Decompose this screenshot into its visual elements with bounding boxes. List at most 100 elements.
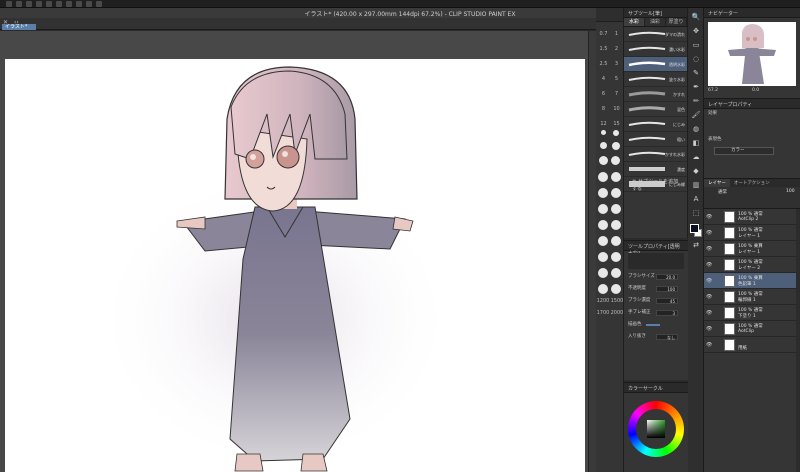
brush-size-row[interactable]: ブラシサイズ 20.0: [624, 271, 688, 283]
taper-value[interactable]: なし: [656, 334, 678, 340]
brush-size-dot[interactable]: [598, 284, 608, 294]
tab-auto-action[interactable]: オートアクション: [730, 179, 774, 187]
subtool-item[interactable]: ダマの潰れ: [624, 27, 687, 42]
add-subtool-button[interactable]: ⚙ サブツールを追加する: [628, 174, 687, 196]
brush-size-option[interactable]: 4: [597, 76, 610, 82]
subtool-item[interactable]: 濃い水彩: [624, 42, 687, 57]
brush-size-dot[interactable]: [611, 268, 621, 278]
brush-size-dot[interactable]: [612, 142, 620, 150]
eraser-icon[interactable]: ◧: [691, 138, 701, 148]
eye-icon[interactable]: 👁: [706, 214, 712, 220]
foreground-color-swatch[interactable]: [690, 224, 699, 233]
menu-icon[interactable]: [6, 0, 12, 7]
brush-size-dot[interactable]: [611, 252, 621, 262]
brush-size-option[interactable]: 8: [597, 106, 610, 112]
clear-icon[interactable]: [66, 0, 72, 7]
brush-size-option[interactable]: 2000: [610, 310, 624, 316]
tab-layer[interactable]: レイヤー: [704, 179, 730, 187]
undo-icon[interactable]: [46, 0, 52, 7]
canvas-paper[interactable]: [5, 59, 585, 472]
subtool-item[interactable]: にじみ: [624, 117, 687, 132]
zoom-value[interactable]: 67.2: [708, 88, 718, 93]
brush-size-dot[interactable]: [611, 284, 621, 294]
lasso-icon[interactable]: ◌: [691, 54, 701, 64]
brush-size-dot[interactable]: [611, 188, 621, 198]
brush-size-dot[interactable]: [601, 130, 606, 135]
eye-icon[interactable]: 👁: [706, 342, 712, 348]
stabilization-row[interactable]: 手ブレ補正 3: [624, 307, 688, 319]
figure-icon[interactable]: ⬚: [691, 208, 701, 218]
subtool-item[interactable]: 塗り水彩: [624, 72, 687, 87]
text-icon[interactable]: A: [691, 194, 701, 204]
brush-size-dot[interactable]: [611, 172, 621, 182]
subtool-tab[interactable]: 油彩: [645, 18, 666, 26]
blend-icon[interactable]: ☁: [691, 152, 701, 162]
pen-icon[interactable]: [86, 0, 92, 7]
eye-icon[interactable]: 👁: [706, 310, 712, 316]
layer-row[interactable]: 👁 100 % 通常 AotClip 2: [704, 209, 800, 225]
swap-colors-icon[interactable]: ⇄: [691, 240, 701, 250]
subtool-tab[interactable]: 水彩: [624, 18, 645, 26]
layer-row-paper[interactable]: 👁 用紙: [704, 337, 800, 353]
subtool-item[interactable]: かすれ: [624, 87, 687, 102]
subtool-item[interactable]: 混色: [624, 102, 687, 117]
subtool-item[interactable]: かすれ水彩: [624, 147, 687, 162]
layer-row[interactable]: 👁 100 % 通常 レイヤー 2: [704, 257, 800, 273]
taper-row[interactable]: 入り抜き なし: [624, 331, 688, 343]
ruler-icon[interactable]: [96, 0, 102, 7]
zoom-icon[interactable]: 🔍: [691, 12, 701, 22]
eye-icon[interactable]: 👁: [706, 246, 712, 252]
saturation-value-square[interactable]: [647, 420, 665, 438]
hue-ring[interactable]: [628, 401, 684, 457]
layer-scrollbar[interactable]: [796, 209, 800, 472]
brush-size-dot[interactable]: [598, 172, 608, 182]
open-file-icon[interactable]: [26, 0, 32, 7]
brush-size-option[interactable]: 1700: [596, 310, 610, 316]
select-icon[interactable]: ▭: [691, 40, 701, 50]
document-tab[interactable]: イラスト*: [2, 24, 36, 30]
brush-size-dot[interactable]: [598, 268, 608, 278]
brush-size-dot[interactable]: [598, 252, 608, 262]
layer-row[interactable]: 👁 100 % 乗算 レイヤー 1: [704, 241, 800, 257]
canvas-scrollbar[interactable]: [588, 31, 596, 472]
brush-size-dot[interactable]: [611, 220, 621, 230]
brush-size-option[interactable]: 10: [610, 106, 623, 112]
subtool-item-selected[interactable]: 透明水彩: [624, 57, 687, 72]
save-icon[interactable]: [36, 0, 42, 7]
pen-tool-icon[interactable]: ✒: [691, 82, 701, 92]
brush-size-option[interactable]: 1200: [596, 298, 610, 304]
eyedropper-icon[interactable]: ✎: [691, 68, 701, 78]
brush-size-dot[interactable]: [598, 220, 608, 230]
eye-icon[interactable]: 👁: [706, 326, 712, 332]
eye-icon[interactable]: 👁: [706, 294, 712, 300]
brush-size-dot[interactable]: [600, 142, 607, 149]
brush-tool-icon[interactable]: 🖌: [691, 110, 701, 120]
pencil-tool-icon[interactable]: ✏: [691, 96, 701, 106]
subtool-item[interactable]: 粗い: [624, 132, 687, 147]
brush-size-option[interactable]: 3: [610, 61, 623, 67]
brush-size-option[interactable]: 2.5: [597, 61, 610, 67]
brush-size-option[interactable]: 5: [610, 76, 623, 82]
brush-size-dot[interactable]: [599, 156, 608, 165]
brush-size-option[interactable]: 0.7: [597, 31, 610, 37]
opacity-row[interactable]: 不透明度 100: [624, 283, 688, 295]
brush-density-value[interactable]: 45: [656, 298, 678, 304]
brush-size-option[interactable]: 12: [597, 121, 610, 127]
subtool-tab[interactable]: 厚塗り: [666, 18, 687, 26]
layer-opacity-value[interactable]: 100: [786, 189, 795, 194]
brush-size-option[interactable]: 15: [610, 121, 623, 127]
transform-icon[interactable]: [76, 0, 82, 7]
brush-size-option[interactable]: 2: [610, 46, 623, 52]
fill-icon[interactable]: ◆: [691, 166, 701, 176]
draw-color-row[interactable]: 描画色: [624, 319, 688, 331]
brush-size-dot[interactable]: [613, 130, 619, 136]
layer-row[interactable]: 👁 100 % 通常 AotClip: [704, 321, 800, 337]
effect-buttons[interactable]: [704, 119, 800, 135]
eye-icon[interactable]: 👁: [706, 278, 712, 284]
layer-row-selected[interactable]: 👁 100 % 乗算 色鉛筆 1: [704, 273, 800, 289]
brush-size-dot[interactable]: [611, 236, 621, 246]
airbrush-icon[interactable]: ◍: [691, 124, 701, 134]
brush-size-option[interactable]: 6: [597, 91, 610, 97]
brush-size-option[interactable]: 7: [610, 91, 623, 97]
brush-size-dot[interactable]: [598, 188, 608, 198]
